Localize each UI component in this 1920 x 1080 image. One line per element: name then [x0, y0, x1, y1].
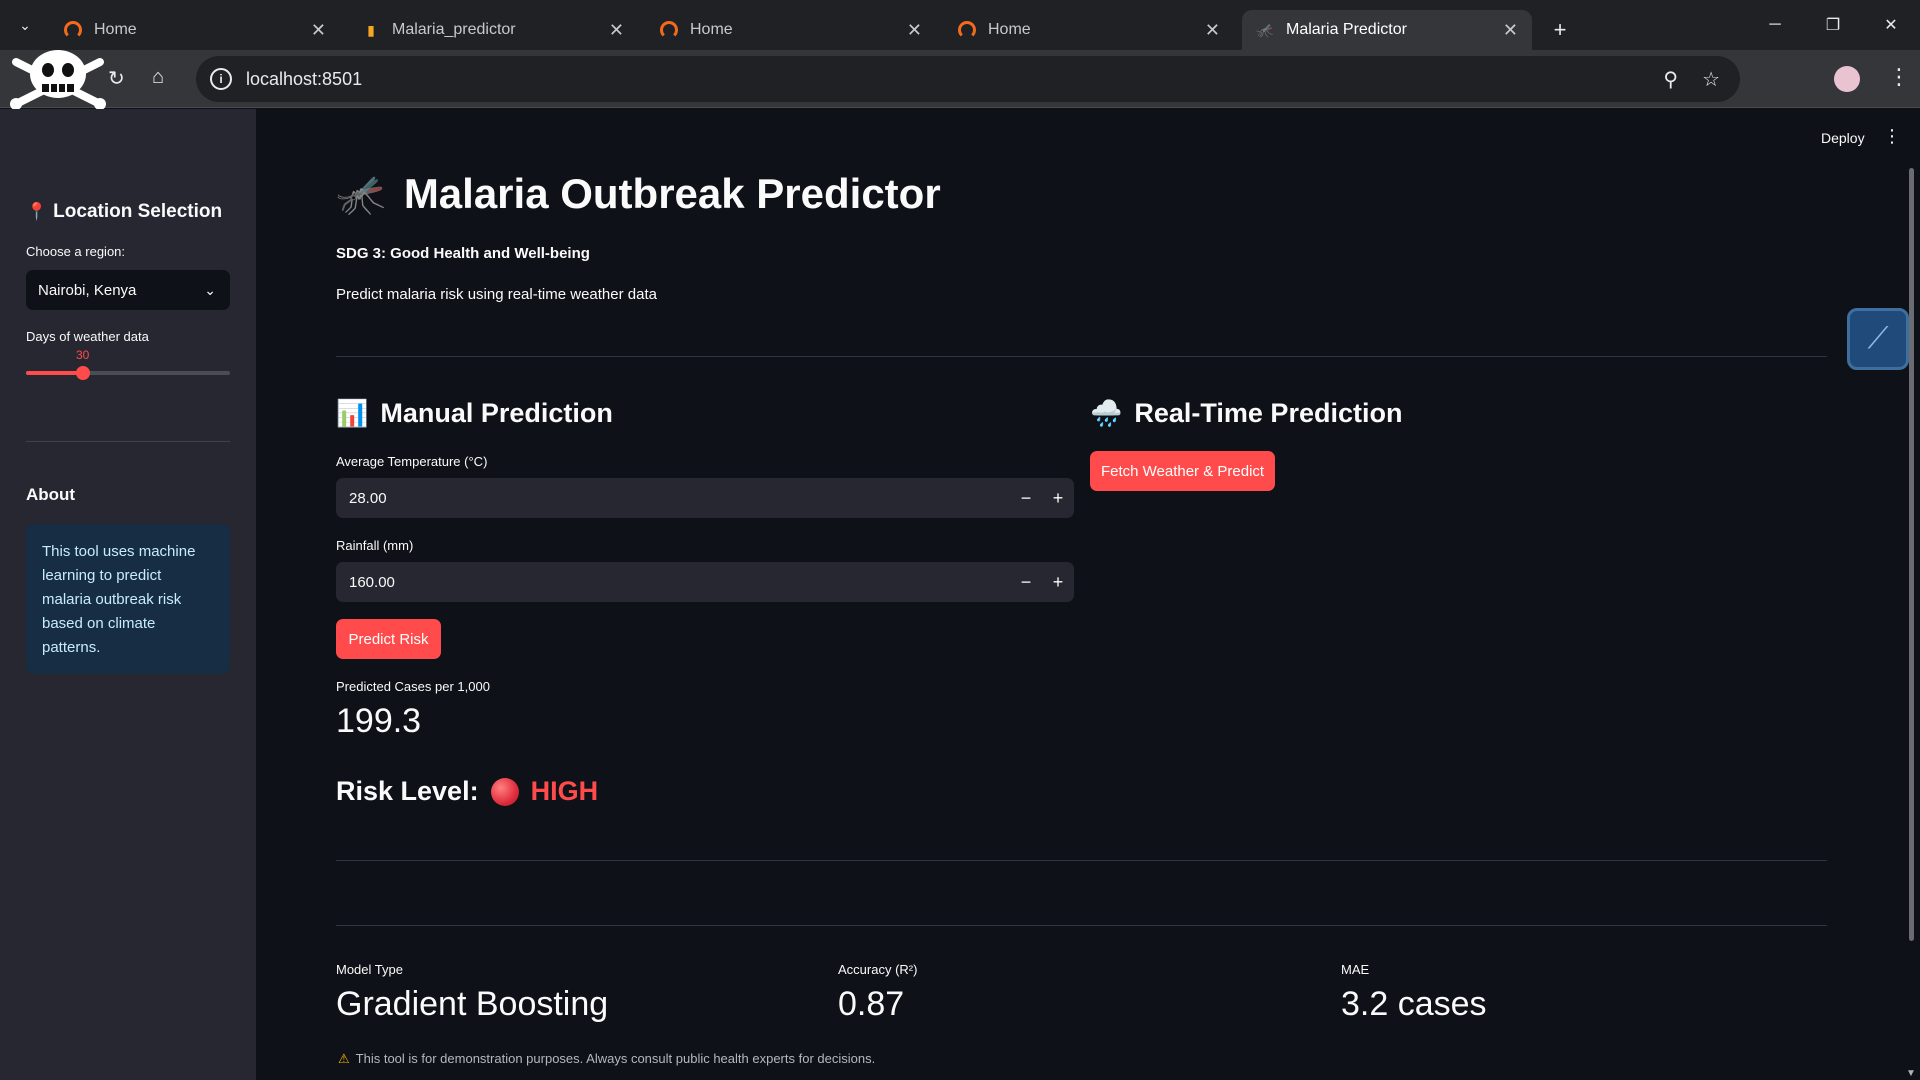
tab-title: Home — [988, 21, 1031, 38]
divider — [336, 860, 1827, 861]
sidebar-divider — [26, 441, 230, 442]
deploy-button[interactable]: Deploy — [1821, 130, 1865, 146]
sdg-text: SDG 3: Good Health and Well-being — [336, 245, 590, 262]
red-circle-icon — [490, 777, 519, 806]
mosquito-icon: 🦟 — [336, 172, 386, 217]
region-selected-value: Nairobi, Kenya — [38, 281, 137, 299]
address-bar-row: ↻ ⌂ i localhost:8501 ⚲ ☆ ⋮ — [0, 50, 1920, 110]
tab-title: Malaria_predictor — [392, 21, 516, 38]
home-icon[interactable]: ⌂ — [152, 66, 164, 89]
cases-label: Predicted Cases per 1,000 — [336, 679, 490, 694]
profile-avatar[interactable] — [1834, 66, 1860, 92]
increment-icon[interactable]: + — [1042, 562, 1074, 602]
site-info-icon[interactable]: i — [210, 68, 232, 90]
days-slider-fill — [26, 371, 84, 375]
browser-tab-bar: ⌄ Home ✕ ▮ Malaria_predictor ✕ Home ✕ Ho… — [0, 0, 1920, 50]
chevron-down-icon: ⌄ — [204, 281, 216, 298]
divider — [336, 925, 1827, 926]
floating-extension-icon[interactable]: ⟋ — [1847, 308, 1909, 370]
bookmark-star-icon[interactable]: ☆ — [1702, 67, 1720, 92]
risk-value: HIGH — [530, 776, 599, 806]
temperature-value[interactable]: 28.00 — [349, 490, 387, 507]
scroll-down-icon[interactable]: ▼ — [1906, 1068, 1916, 1079]
close-window-icon[interactable]: ✕ — [1862, 0, 1920, 50]
pin-icon: 📍 — [26, 202, 48, 221]
tab-title: Malaria Predictor — [1286, 21, 1407, 38]
browser-tab[interactable]: Home ✕ — [646, 10, 936, 50]
region-label: Choose a region: — [26, 244, 126, 259]
tab-close-icon[interactable]: ✕ — [1503, 20, 1518, 41]
rainfall-value[interactable]: 160.00 — [349, 574, 395, 591]
minimize-icon[interactable]: ─ — [1746, 0, 1804, 50]
increment-icon[interactable]: + — [1042, 478, 1074, 518]
about-info-box: This tool uses machine learning to predi… — [26, 524, 230, 674]
browser-tab[interactable]: Home ✕ — [944, 10, 1234, 50]
window-controls: ─ ❐ ✕ — [1746, 0, 1920, 50]
temperature-label: Average Temperature (°C) — [336, 454, 488, 469]
browser-menu-icon[interactable]: ⋮ — [1888, 64, 1910, 90]
warning-icon: ⚠ — [338, 1051, 350, 1066]
days-slider-value: 30 — [76, 348, 90, 362]
page-subtitle: Predict malaria risk using real-time wea… — [336, 286, 657, 303]
notebook-icon: ▮ — [367, 21, 375, 38]
decrement-icon[interactable]: − — [1010, 478, 1042, 518]
mae-label: MAE — [1341, 962, 1370, 977]
fetch-weather-button[interactable]: Fetch Weather & Predict — [1090, 451, 1275, 491]
days-label: Days of weather data — [26, 329, 149, 344]
tab-close-icon[interactable]: ✕ — [311, 20, 326, 41]
reload-icon[interactable]: ↻ — [108, 66, 125, 91]
tab-close-icon[interactable]: ✕ — [609, 20, 624, 41]
sidebar: 📍 Location Selection Choose a region: Nai… — [0, 109, 256, 1080]
tab-close-icon[interactable]: ✕ — [1205, 20, 1220, 41]
divider — [336, 356, 1827, 357]
ring-icon — [64, 21, 82, 39]
restore-icon[interactable]: ❐ — [1804, 0, 1862, 50]
ring-icon — [958, 21, 976, 39]
browser-tab[interactable]: ▮ Malaria_predictor ✕ — [348, 10, 638, 50]
predict-risk-button[interactable]: Predict Risk — [336, 619, 441, 659]
rainfall-label: Rainfall (mm) — [336, 538, 414, 553]
scrollbar[interactable] — [1909, 168, 1914, 941]
about-heading: About — [26, 485, 76, 504]
tab-title: Home — [94, 21, 137, 38]
risk-label: Risk Level: — [336, 776, 479, 806]
model-type-label: Model Type — [336, 962, 403, 977]
pirate-skull-logo-icon — [10, 50, 106, 110]
mosquito-icon: 🦟 — [1256, 21, 1274, 38]
manual-prediction-heading: 📊 Manual Prediction — [336, 398, 613, 428]
days-slider[interactable] — [26, 366, 230, 380]
zoom-icon[interactable]: ⚲ — [1663, 67, 1678, 92]
tab-title: Home — [690, 21, 733, 38]
mae-value: 3.2 cases — [1341, 985, 1487, 1023]
days-slider-thumb[interactable] — [76, 366, 91, 380]
location-heading: 📍 Location Selection — [26, 201, 223, 222]
url-text[interactable]: localhost:8501 — [246, 69, 362, 90]
page-title: 🦟 Malaria Outbreak Predictor — [336, 170, 941, 217]
new-tab-plus-icon[interactable]: + — [1540, 10, 1580, 50]
bar-chart-icon: 📊 — [336, 398, 369, 428]
disclaimer: ⚠ This tool is for demonstration purposes… — [338, 1051, 876, 1066]
model-type-value: Gradient Boosting — [336, 985, 609, 1023]
realtime-prediction-heading: 🌧️ Real-Time Prediction — [1090, 398, 1403, 428]
browser-tab-active[interactable]: 🦟 Malaria Predictor ✕ — [1242, 10, 1532, 50]
accuracy-label: Accuracy (R²) — [838, 962, 918, 977]
temperature-input[interactable]: 28.00 − + — [336, 478, 1074, 518]
region-select[interactable]: Nairobi, Kenya ⌄ — [26, 270, 230, 310]
accuracy-value: 0.87 — [838, 985, 905, 1023]
rain-cloud-icon: 🌧️ — [1090, 398, 1123, 428]
risk-level: Risk Level: HIGH — [336, 776, 598, 807]
ring-icon — [660, 21, 678, 39]
decrement-icon[interactable]: − — [1010, 562, 1042, 602]
omnibox[interactable]: i localhost:8501 ⚲ ☆ — [196, 56, 1740, 102]
tab-close-icon[interactable]: ✕ — [907, 20, 922, 41]
cases-value: 199.3 — [336, 702, 422, 740]
app-menu-icon[interactable]: ⋮ — [1883, 126, 1901, 147]
rainfall-input[interactable]: 160.00 − + — [336, 562, 1074, 602]
